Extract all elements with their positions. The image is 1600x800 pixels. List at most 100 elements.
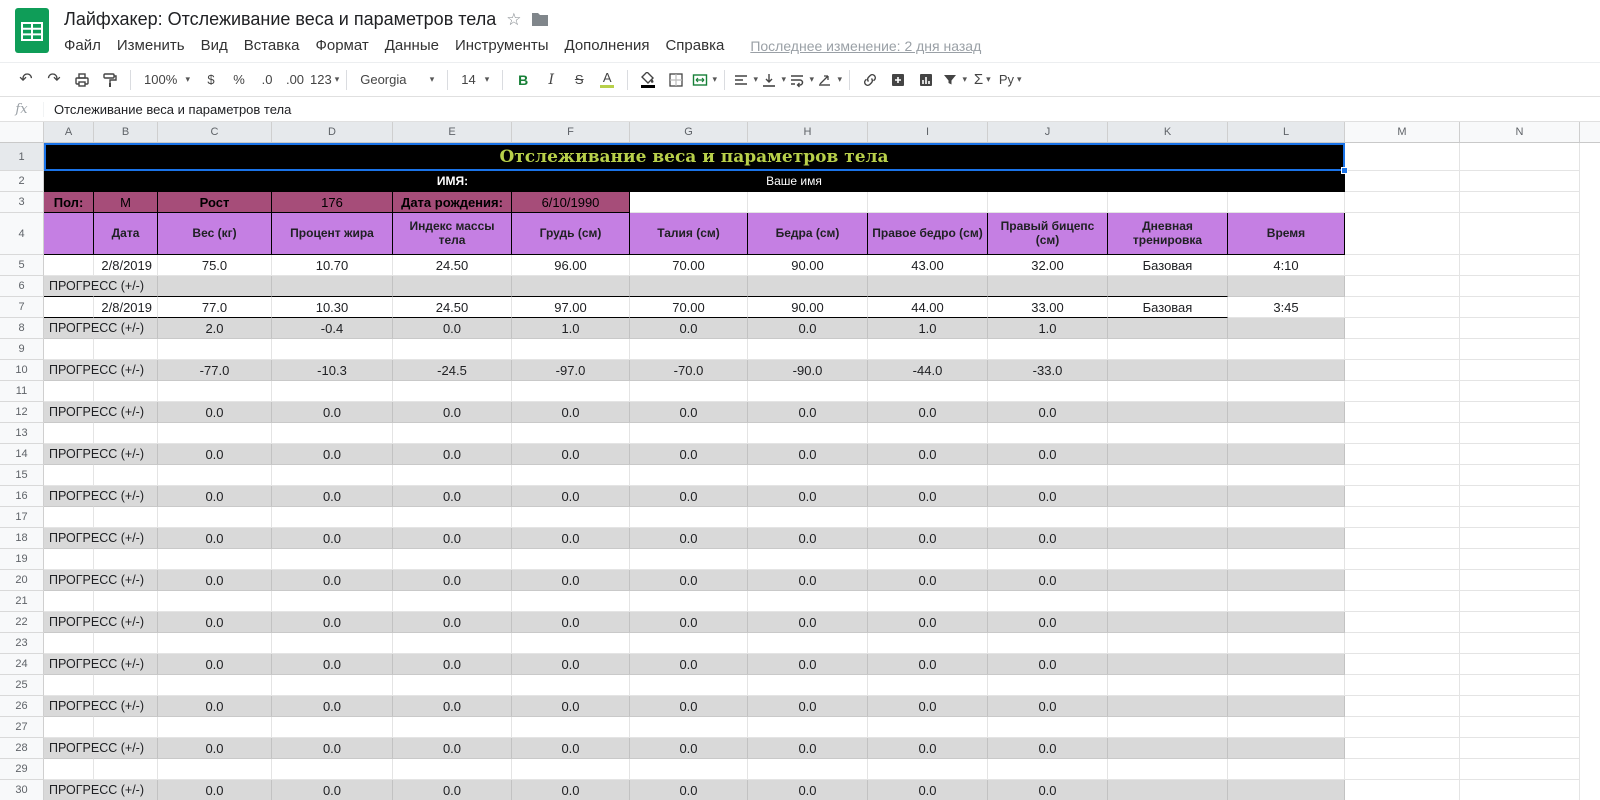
cell-I7[interactable]: 44.00 [868, 297, 988, 318]
cell-D8[interactable]: -0.4 [272, 318, 393, 339]
cell-N14[interactable] [1460, 444, 1580, 465]
cell-A4[interactable] [44, 213, 94, 255]
cell-E5[interactable]: 24.50 [393, 255, 512, 276]
cell-H21[interactable] [748, 591, 868, 612]
formula-input[interactable]: Отслеживание веса и параметров тела [44, 102, 291, 117]
cell-M27[interactable] [1345, 717, 1460, 738]
cell-E11[interactable] [393, 381, 512, 402]
row-header-2[interactable]: 2 [0, 171, 44, 192]
cell-C24[interactable]: 0.0 [158, 654, 272, 675]
cell-L21[interactable] [1228, 591, 1345, 612]
insert-link-button[interactable] [857, 67, 883, 93]
cell-J20[interactable]: 0.0 [988, 570, 1108, 591]
cell-G10[interactable]: -70.0 [630, 360, 748, 381]
row-header-20[interactable]: 20 [0, 570, 44, 591]
cell-F3[interactable]: 6/10/1990 [512, 192, 630, 213]
decrease-decimal-button[interactable]: .0 [254, 67, 280, 93]
row-header-16[interactable]: 16 [0, 486, 44, 507]
cell-K23[interactable] [1108, 633, 1228, 654]
cell-L24[interactable] [1228, 654, 1345, 675]
menu-item-5-Формат[interactable]: Формат [307, 33, 376, 58]
column-header-B[interactable]: B [94, 122, 158, 142]
cell-K18[interactable] [1108, 528, 1228, 549]
input-tools-button[interactable]: Ру ▾ [997, 67, 1023, 93]
cell-F12[interactable]: 0.0 [512, 402, 630, 423]
cell-N10[interactable] [1460, 360, 1580, 381]
column-header-C[interactable]: C [158, 122, 272, 142]
cell-G15[interactable] [630, 465, 748, 486]
cell-E23[interactable] [393, 633, 512, 654]
cell-K6[interactable] [1108, 276, 1228, 297]
cell-I25[interactable] [868, 675, 988, 696]
cell-H17[interactable] [748, 507, 868, 528]
cell-C27[interactable] [158, 717, 272, 738]
row-header-26[interactable]: 26 [0, 696, 44, 717]
cell-L8[interactable] [1228, 318, 1345, 339]
cell-J23[interactable] [988, 633, 1108, 654]
cell-A21[interactable] [44, 591, 94, 612]
cell-I21[interactable] [868, 591, 988, 612]
cell-F23[interactable] [512, 633, 630, 654]
cell-J16[interactable]: 0.0 [988, 486, 1108, 507]
cell-I30[interactable]: 0.0 [868, 780, 988, 800]
row-header-3[interactable]: 3 [0, 192, 44, 213]
cell-D22[interactable]: 0.0 [272, 612, 393, 633]
cell-H18[interactable]: 0.0 [748, 528, 868, 549]
cell-A17[interactable] [44, 507, 94, 528]
row-header-15[interactable]: 15 [0, 465, 44, 486]
insert-chart-button[interactable] [913, 67, 939, 93]
cell-E29[interactable] [393, 759, 512, 780]
cell-J21[interactable] [988, 591, 1108, 612]
cell-H5[interactable]: 90.00 [748, 255, 868, 276]
cell-M1[interactable] [1345, 143, 1460, 171]
cell-F16[interactable]: 0.0 [512, 486, 630, 507]
cell-I23[interactable] [868, 633, 988, 654]
cell-G17[interactable] [630, 507, 748, 528]
cell-E4[interactable]: Индекс массы тела [393, 213, 512, 255]
row-header-19[interactable]: 19 [0, 549, 44, 570]
cell-A23[interactable] [44, 633, 94, 654]
cell-I8[interactable]: 1.0 [868, 318, 988, 339]
cell-M3[interactable] [1345, 192, 1460, 213]
cell-A18[interactable]: ПРОГРЕСС (+/-) [44, 528, 94, 549]
cell-I18[interactable]: 0.0 [868, 528, 988, 549]
column-header-E[interactable]: E [393, 122, 512, 142]
cell-D28[interactable]: 0.0 [272, 738, 393, 759]
cell-M9[interactable] [1345, 339, 1460, 360]
cell-M11[interactable] [1345, 381, 1460, 402]
menu-item-2-Изменить[interactable]: Изменить [109, 33, 193, 58]
cell-C15[interactable] [158, 465, 272, 486]
cell-M26[interactable] [1345, 696, 1460, 717]
cell-K28[interactable] [1108, 738, 1228, 759]
cell-J14[interactable]: 0.0 [988, 444, 1108, 465]
row-header-28[interactable]: 28 [0, 738, 44, 759]
cell-A20[interactable]: ПРОГРЕСС (+/-) [44, 570, 94, 591]
cell-H26[interactable]: 0.0 [748, 696, 868, 717]
cell-D16[interactable]: 0.0 [272, 486, 393, 507]
row-header-7[interactable]: 7 [0, 297, 44, 318]
cell-F18[interactable]: 0.0 [512, 528, 630, 549]
cell-C28[interactable]: 0.0 [158, 738, 272, 759]
cell-I26[interactable]: 0.0 [868, 696, 988, 717]
cell-J3[interactable] [988, 192, 1108, 213]
increase-decimal-button[interactable]: .00 [282, 67, 308, 93]
cell-C26[interactable]: 0.0 [158, 696, 272, 717]
column-header-D[interactable]: D [272, 122, 393, 142]
row-header-4[interactable]: 4 [0, 213, 44, 255]
cell-C18[interactable]: 0.0 [158, 528, 272, 549]
cell-N23[interactable] [1460, 633, 1580, 654]
cell-E17[interactable] [393, 507, 512, 528]
cell-E16[interactable]: 0.0 [393, 486, 512, 507]
cell-M6[interactable] [1345, 276, 1460, 297]
cell-M17[interactable] [1345, 507, 1460, 528]
cell-C4[interactable]: Вес (кг) [158, 213, 272, 255]
cell-N22[interactable] [1460, 612, 1580, 633]
cell-L20[interactable] [1228, 570, 1345, 591]
cell-E28[interactable]: 0.0 [393, 738, 512, 759]
cell-E27[interactable] [393, 717, 512, 738]
cell-I9[interactable] [868, 339, 988, 360]
cell-N7[interactable] [1460, 297, 1580, 318]
cell-G29[interactable] [630, 759, 748, 780]
cell-K21[interactable] [1108, 591, 1228, 612]
column-header-L[interactable]: L [1228, 122, 1345, 142]
